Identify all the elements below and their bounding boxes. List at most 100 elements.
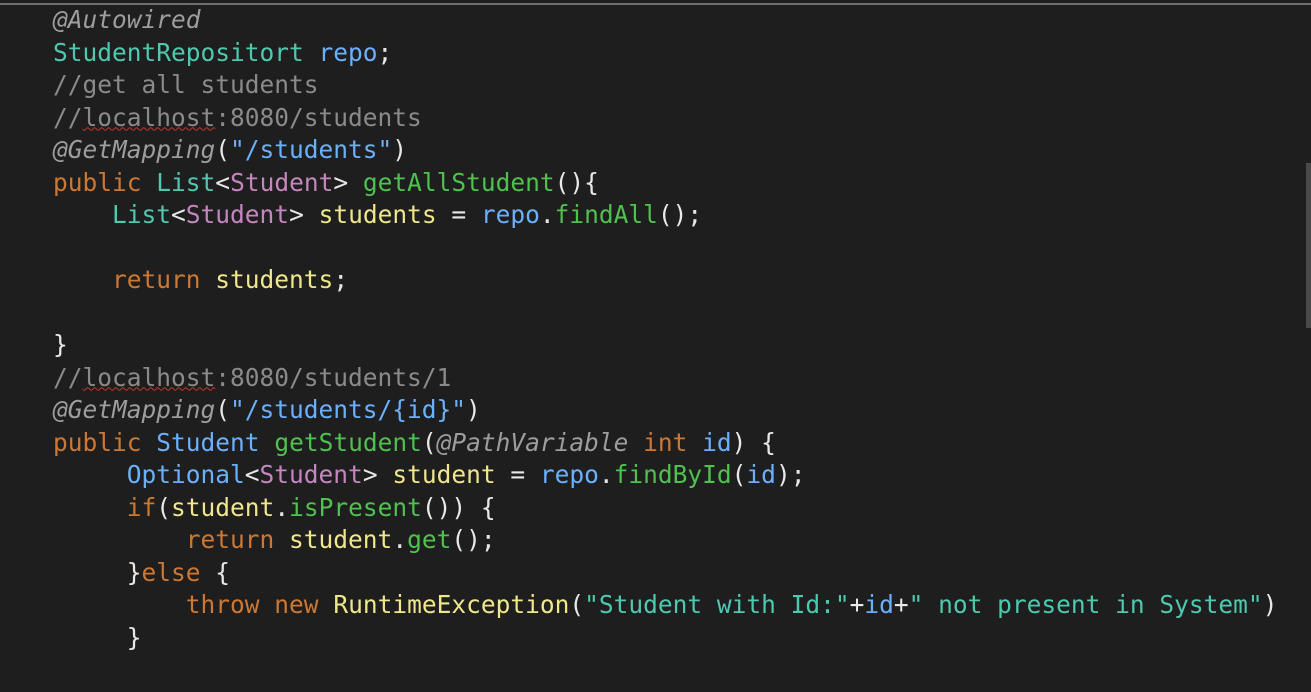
code-token: get <box>407 525 452 554</box>
code-token: public <box>53 167 142 197</box>
code-line[interactable]: List<Student> students = repo.findAll(); <box>53 199 702 232</box>
code-token: ) { <box>731 427 776 457</box>
code-token: ); <box>775 460 806 489</box>
scrollbar-thumb[interactable] <box>1306 163 1311 328</box>
code-token: //get all students <box>53 70 319 99</box>
vertical-scrollbar[interactable] <box>1302 5 1311 692</box>
code-line[interactable]: Optional<Student> student = repo.findByI… <box>53 459 806 492</box>
code-token: students <box>318 200 437 229</box>
code-token: . <box>598 460 614 489</box>
code-token: new <box>274 590 319 619</box>
code-token: Student <box>156 427 260 457</box>
code-token: int <box>643 427 688 457</box>
code-token: id <box>746 460 776 489</box>
code-token: . <box>539 200 555 229</box>
code-token: repo <box>318 37 378 67</box>
code-token: ( <box>156 492 172 522</box>
code-line[interactable]: @GetMapping("/students/{id}") <box>53 394 481 427</box>
code-token: > <box>333 167 363 197</box>
code-line[interactable]: //localhost:8080/students/1 <box>53 362 451 395</box>
code-token: (){ <box>554 167 599 197</box>
code-token: ( <box>421 427 437 457</box>
code-token: getStudent <box>274 427 422 457</box>
code-token: } <box>126 557 142 587</box>
code-token: :8080/students <box>215 102 422 132</box>
code-token: if <box>126 492 157 522</box>
code-token: Optional <box>126 460 245 489</box>
code-token: { <box>200 557 231 587</box>
code-line[interactable]: return students; <box>53 264 348 297</box>
code-token: student <box>171 492 275 522</box>
code-editor[interactable]: @Autowired StudentRepositort repo;//get a… <box>0 0 1311 692</box>
code-token: } <box>126 622 142 652</box>
code-line[interactable]: return student.get(); <box>53 524 496 557</box>
code-line[interactable]: } <box>53 329 68 362</box>
code-token: // <box>53 102 83 132</box>
code-token: ( <box>569 590 585 619</box>
code-token: List <box>156 167 216 197</box>
code-token: else <box>141 557 201 587</box>
code-line[interactable]: //get all students <box>53 69 319 102</box>
code-token: "Student with Id:" <box>584 590 850 619</box>
code-token: ) <box>392 135 408 164</box>
code-token: ; <box>377 37 393 67</box>
code-line[interactable]: } <box>53 622 142 655</box>
code-token: Student <box>185 200 290 229</box>
code-token: findAll <box>554 200 658 229</box>
code-token: Student <box>230 167 334 197</box>
code-line[interactable]: StudentRepositort repo; <box>53 37 392 70</box>
code-token: } <box>53 330 68 359</box>
code-token: . <box>392 525 408 554</box>
code-token: student <box>289 525 393 554</box>
code-line[interactable]: throw new RuntimeException("Student with… <box>53 589 1278 622</box>
code-token: Student <box>259 460 363 489</box>
code-token: repo <box>480 200 540 229</box>
code-token: ) <box>466 395 481 424</box>
code-line[interactable]: //localhost:8080/students <box>53 102 422 135</box>
code-line[interactable]: if(student.isPresent()) { <box>53 492 496 525</box>
code-token: getAllStudent <box>362 167 555 197</box>
code-token: return <box>185 525 275 554</box>
code-token: = <box>495 460 540 489</box>
code-token: < <box>215 167 231 197</box>
code-token: public <box>53 427 142 457</box>
code-token: id <box>702 427 732 457</box>
code-token: throw <box>185 590 260 619</box>
code-token: // <box>53 362 83 392</box>
code-token: id <box>864 590 894 619</box>
code-token: :8080/students/1 <box>215 362 452 392</box>
code-token: ()) { <box>421 492 496 522</box>
code-token: @PathVariable <box>436 427 629 457</box>
code-line[interactable]: @Autowired <box>53 4 201 37</box>
code-token: @GetMapping <box>53 395 216 424</box>
code-line[interactable]: @GetMapping("/students") <box>53 134 407 167</box>
code-token: RuntimeException <box>333 590 570 619</box>
code-token: findById <box>613 460 732 489</box>
code-token: > <box>289 200 319 229</box>
code-token: localhost <box>82 362 216 392</box>
code-token: ; <box>333 265 349 294</box>
code-token: < <box>171 200 186 229</box>
code-token: repo <box>539 460 599 489</box>
code-token: isPresent <box>289 492 422 522</box>
code-token: ( <box>215 135 231 164</box>
code-line[interactable]: }else { <box>53 557 230 590</box>
code-token: student <box>392 460 496 489</box>
code-token: ( <box>731 460 747 489</box>
code-token: @GetMapping <box>53 135 216 164</box>
code-token: = <box>436 200 481 229</box>
code-line[interactable]: public List<Student> getAllStudent(){ <box>53 167 599 200</box>
code-token: (); <box>451 525 496 554</box>
code-line[interactable]: public Student getStudent(@PathVariable … <box>53 427 776 460</box>
